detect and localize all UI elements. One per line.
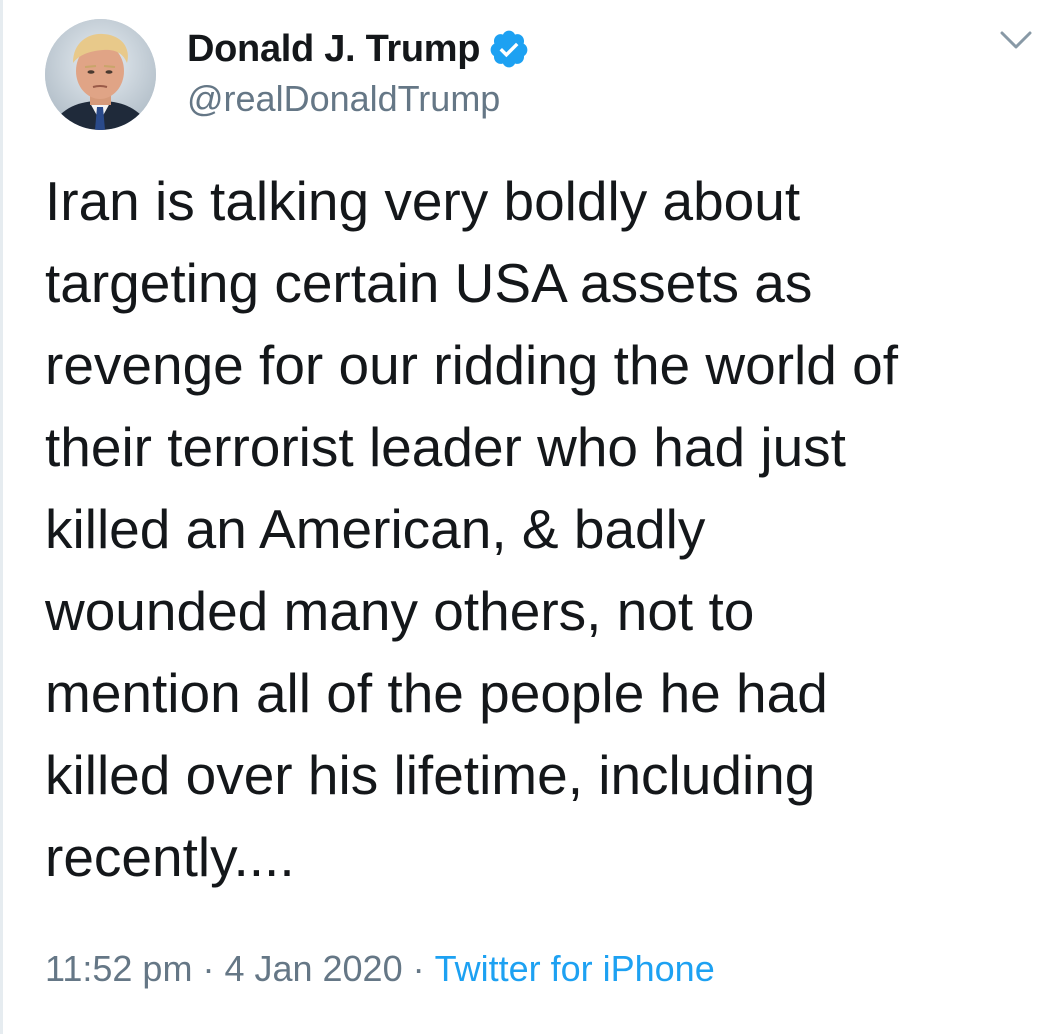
chevron-down-icon[interactable]	[996, 26, 1036, 56]
tweet-text-line: Iran is talking very boldly about	[45, 170, 801, 232]
tweet-text: Iran is talking very boldly about target…	[45, 160, 1045, 898]
tweet-text-line: recently....	[45, 826, 295, 888]
verified-badge-icon	[488, 28, 530, 70]
author-name-row[interactable]: Donald J. Trump	[187, 24, 530, 74]
author-display-name[interactable]: Donald J. Trump	[187, 28, 481, 71]
tweet-text-line: wounded many others, not to	[45, 580, 755, 642]
meta-separator: ·	[412, 948, 425, 989]
tweet-text-line: killed over his lifetime, including	[45, 744, 816, 806]
divider	[0, 0, 3, 1034]
tweet-card: Donald J. Trump @realDonaldTrump Iran is…	[0, 0, 1060, 1034]
tweet-text-line: killed an American, & badly	[45, 498, 706, 560]
tweet-source-link[interactable]: Twitter for iPhone	[435, 948, 715, 990]
tweet-text-line: revenge for our ridding the world of	[45, 334, 898, 396]
meta-separator: ·	[202, 948, 215, 989]
tweet-date[interactable]: 4 Jan 2020	[224, 948, 402, 990]
profile-photo-icon	[45, 19, 156, 130]
author-handle[interactable]: @realDonaldTrump	[187, 78, 500, 120]
tweet-meta: 11:52 pm · 4 Jan 2020 · Twitter for iPho…	[45, 944, 715, 994]
avatar[interactable]	[45, 19, 156, 130]
tweet-text-line: targeting certain USA assets as	[45, 252, 813, 314]
tweet-text-line: their terrorist leader who had just	[45, 416, 846, 478]
tweet-time[interactable]: 11:52 pm	[45, 948, 192, 990]
tweet-text-line: mention all of the people he had	[45, 662, 828, 724]
